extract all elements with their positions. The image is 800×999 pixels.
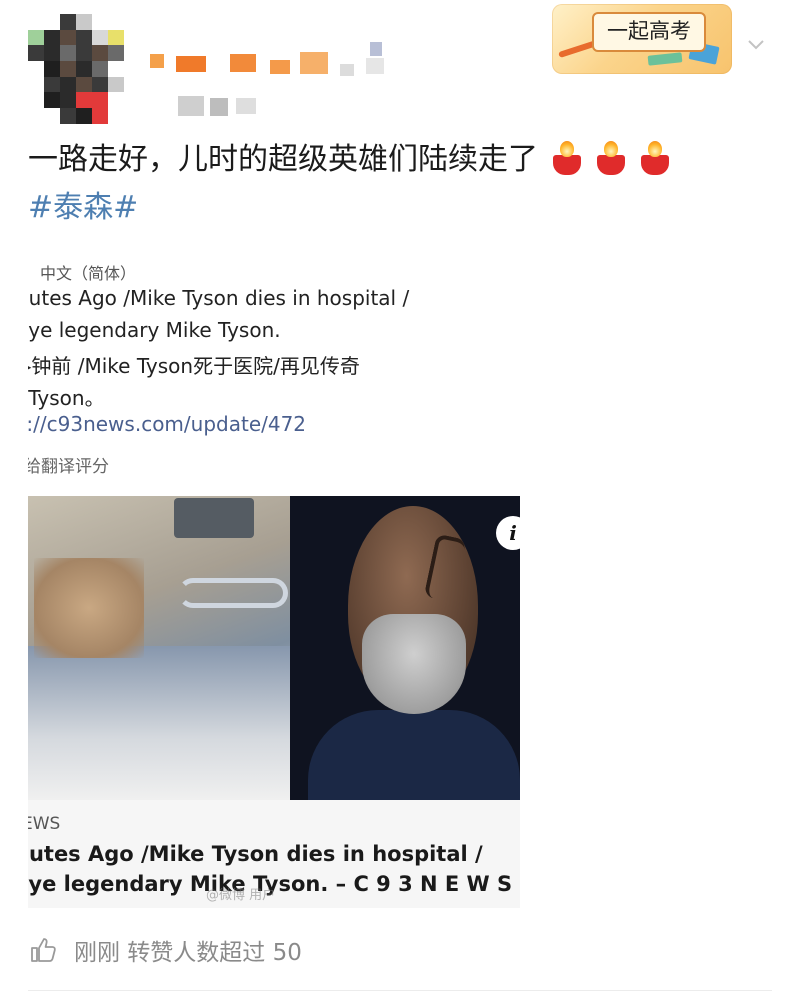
thumbs-up-icon[interactable] (28, 935, 58, 965)
avatar-pixel (76, 108, 92, 124)
avatar-pixel (76, 92, 92, 109)
badge-decoration (647, 52, 683, 66)
info-icon[interactable]: i (496, 516, 520, 550)
card-source: EWS (28, 814, 61, 834)
avatar-pixel (108, 76, 124, 93)
hospital-photo (28, 496, 290, 800)
candle-icon (596, 141, 626, 175)
translation-line: eTyson。 (28, 386, 105, 410)
avatar-pixel (28, 61, 44, 77)
avatar-pixel (108, 92, 124, 109)
avatar-pixel (60, 14, 76, 30)
avatar-pixel (92, 76, 108, 93)
avatar-pixel (60, 108, 76, 124)
avatar-pixel (60, 61, 76, 77)
avatar-pixel (92, 108, 108, 124)
avatar-pixel (92, 29, 108, 46)
language-label: 中文（简体） (40, 264, 137, 283)
avatar-pixel (108, 45, 124, 62)
avatar-pixel (108, 108, 124, 124)
avatar-pixel (44, 108, 60, 124)
avatar-pixel (76, 29, 92, 46)
avatar-pixel (76, 61, 92, 77)
post-text: 一路走好，儿时的超级英雄们陆续走了 (28, 138, 788, 182)
hashtag-link[interactable]: #泰森# (28, 186, 138, 230)
rate-translation-label: 给翻译评分 (28, 457, 109, 477)
candle-icon (640, 141, 670, 175)
avatar-pixel (92, 92, 108, 109)
news-card[interactable]: i EWS nutes Ago /Mike Tyson dies in hosp… (28, 496, 520, 908)
watermark: @微博 用户 (206, 888, 276, 903)
avatar-pixel (76, 76, 92, 93)
avatar-pixel (108, 61, 124, 77)
avatar-pixel (28, 92, 44, 109)
translation-line: ▶钟前 /Mike Tyson死于医院/再见传奇 (28, 354, 360, 378)
avatar-pixel (44, 92, 60, 109)
avatar-pixel (108, 29, 124, 46)
post-footer: 刚刚 转赞人数超过 50 (28, 930, 302, 970)
card-title-line: nutes Ago /Mike Tyson dies in hospital / (28, 842, 483, 866)
avatar-pixel (44, 61, 60, 77)
avatar-pixel (28, 108, 44, 124)
avatar-pixel (44, 14, 60, 30)
avatar[interactable] (28, 14, 124, 124)
college-exam-badge[interactable]: 一起高考 (552, 4, 732, 74)
avatar-pixel (108, 14, 124, 30)
avatar-pixel (60, 45, 76, 62)
translation-line: oye legendary Mike Tyson. (28, 318, 281, 342)
badge-text: 一起高考 (592, 12, 706, 52)
status-text: 刚刚 转赞人数超过 50 (74, 940, 302, 966)
avatar-pixel (28, 14, 44, 30)
avatar-pixel (28, 29, 44, 46)
translation-screenshot: 中文（简体） nutes Ago /Mike Tyson dies in hos… (28, 256, 588, 478)
candle-icon (552, 141, 582, 175)
avatar-pixel (28, 76, 44, 93)
avatar-pixel (28, 45, 44, 62)
avatar-pixel (44, 29, 60, 46)
portrait-photo: i (290, 496, 520, 800)
username-obscured[interactable] (150, 42, 400, 120)
avatar-pixel (76, 14, 92, 30)
chevron-down-icon[interactable] (746, 34, 766, 54)
avatar-pixel (92, 14, 108, 30)
avatar-pixel (60, 29, 76, 46)
post-text-content: 一路走好，儿时的超级英雄们陆续走了 (28, 142, 538, 177)
translation-link[interactable]: s://c93news.com/update/472 (28, 412, 306, 436)
avatar-pixel (44, 45, 60, 62)
avatar-pixel (60, 92, 76, 109)
avatar-pixel (92, 61, 108, 77)
avatar-pixel (76, 45, 92, 62)
avatar-pixel (44, 76, 60, 93)
avatar-pixel (92, 45, 108, 62)
translation-line: nutes Ago /Mike Tyson dies in hospital / (28, 286, 410, 310)
divider (28, 990, 772, 991)
avatar-pixel (60, 76, 76, 93)
